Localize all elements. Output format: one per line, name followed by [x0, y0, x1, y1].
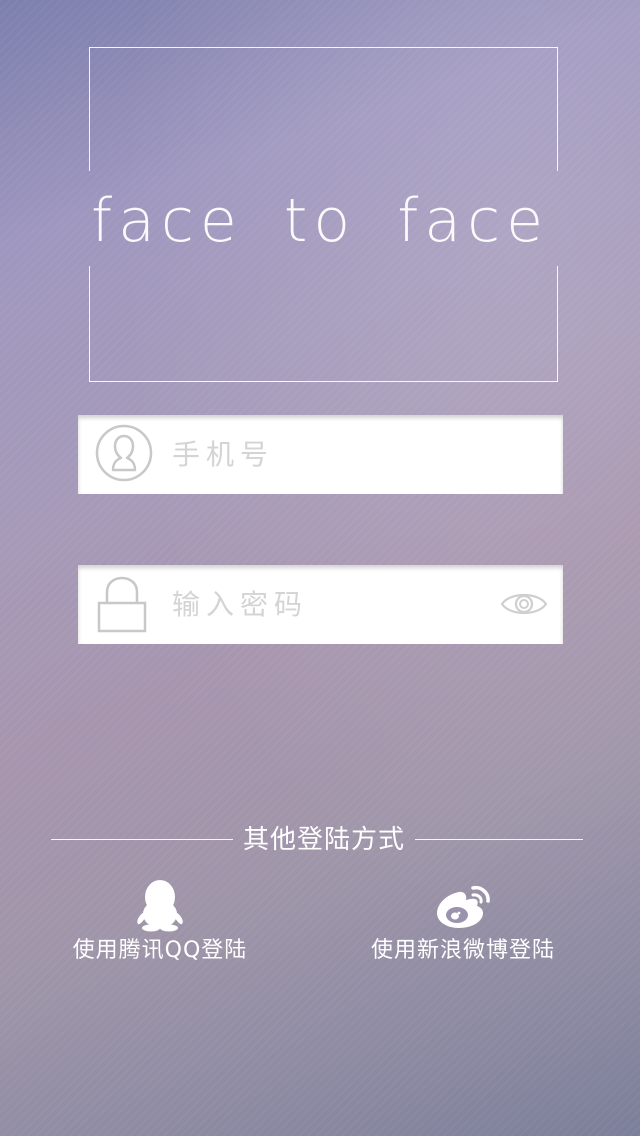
qq-login-label: 使用腾讯QQ登陆 — [72, 938, 248, 963]
frame-left-upper-border — [89, 47, 90, 171]
frame-left-lower-border — [89, 266, 90, 382]
frame-right-upper-border — [557, 47, 558, 171]
frame-top-border — [89, 47, 558, 48]
other-login-heading: 其他登陆方式 — [242, 825, 405, 855]
phone-input[interactable] — [172, 415, 472, 494]
eye-icon[interactable] — [500, 587, 548, 621]
password-field[interactable] — [78, 565, 563, 644]
phone-field[interactable] — [78, 415, 563, 494]
app-title: face to face — [91, 186, 549, 256]
lock-icon — [94, 573, 154, 633]
user-avatar-icon — [94, 423, 154, 483]
qq-login-button[interactable]: 使用腾讯QQ登陆 — [40, 878, 280, 966]
divider-right-rule — [415, 839, 583, 840]
other-login-divider: 其他登陆方式 — [51, 820, 583, 860]
frame-right-lower-border — [557, 266, 558, 382]
password-input[interactable] — [172, 565, 472, 644]
weibo-icon — [433, 878, 493, 932]
frame-bottom-border — [89, 381, 558, 382]
divider-left-rule — [51, 839, 233, 840]
weibo-login-label: 使用新浪微博登陆 — [370, 938, 555, 963]
weibo-login-button[interactable]: 使用新浪微博登陆 — [343, 878, 583, 966]
qq-penguin-icon — [130, 878, 190, 932]
